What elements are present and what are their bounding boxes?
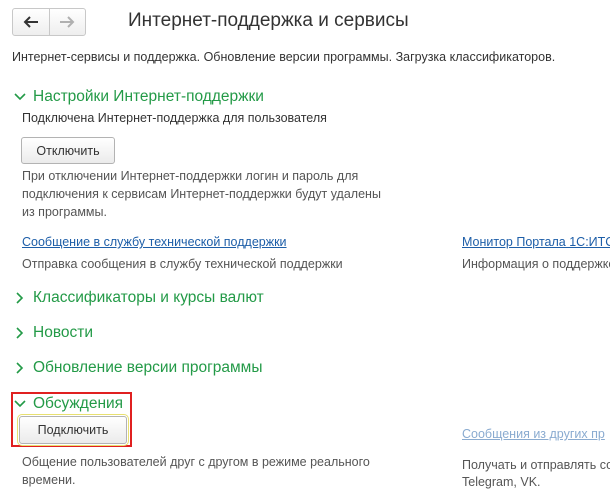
portal-monitor-link[interactable]: Монитор Портала 1С:ИТС [462,235,610,249]
chevron-down-icon [14,400,26,408]
section-discussions-title: Обсуждения [33,395,124,412]
section-news-header[interactable]: Новости [12,322,93,344]
portal-monitor-desc: Информация о поддержке [462,257,610,271]
chevron-down-icon [14,93,26,101]
section-update-header[interactable]: Обновление версии программы [12,357,262,379]
forward-button[interactable] [48,9,86,35]
other-messages-desc-line2: Telegram, VK. [462,475,541,489]
chevron-right-icon [16,362,24,374]
arrow-left-icon [23,16,38,28]
section-settings-title: Настройки Интернет-поддержки [33,88,264,105]
connected-user-text: Подключена Интернет-поддержка для пользо… [22,111,327,125]
section-classifiers-header[interactable]: Классификаторы и курсы валют [12,287,264,309]
other-messages-desc-line1: Получать и отправлять со [462,458,610,472]
page-title: Интернет-поддержка и сервисы [128,10,409,31]
disconnect-button[interactable]: Отключить [21,137,115,164]
disconnect-note: При отключении Интернет-поддержки логин … [22,169,381,219]
discussions-desc: Общение пользователей друг с другом в ре… [22,455,370,487]
chevron-right-icon [16,327,24,339]
section-discussions-header[interactable]: Обсуждения [12,393,123,415]
arrow-right-icon [60,16,75,28]
page-subtitle: Интернет-сервисы и поддержка. Обновление… [12,50,556,64]
section-classifiers-title: Классификаторы и курсы валют [33,289,264,306]
section-news-title: Новости [33,324,94,341]
section-update-title: Обновление версии программы [33,359,263,376]
nav-buttons [12,8,86,36]
back-button[interactable] [13,9,49,35]
chevron-right-icon [16,292,24,304]
support-message-desc: Отправка сообщения в службу технической … [22,257,343,271]
support-message-link[interactable]: Сообщение в службу технической поддержки [22,235,287,249]
other-messages-link[interactable]: Сообщения из других пр [462,427,605,441]
connect-button[interactable]: Подключить [17,414,129,446]
section-settings-header[interactable]: Настройки Интернет-поддержки [12,86,264,108]
